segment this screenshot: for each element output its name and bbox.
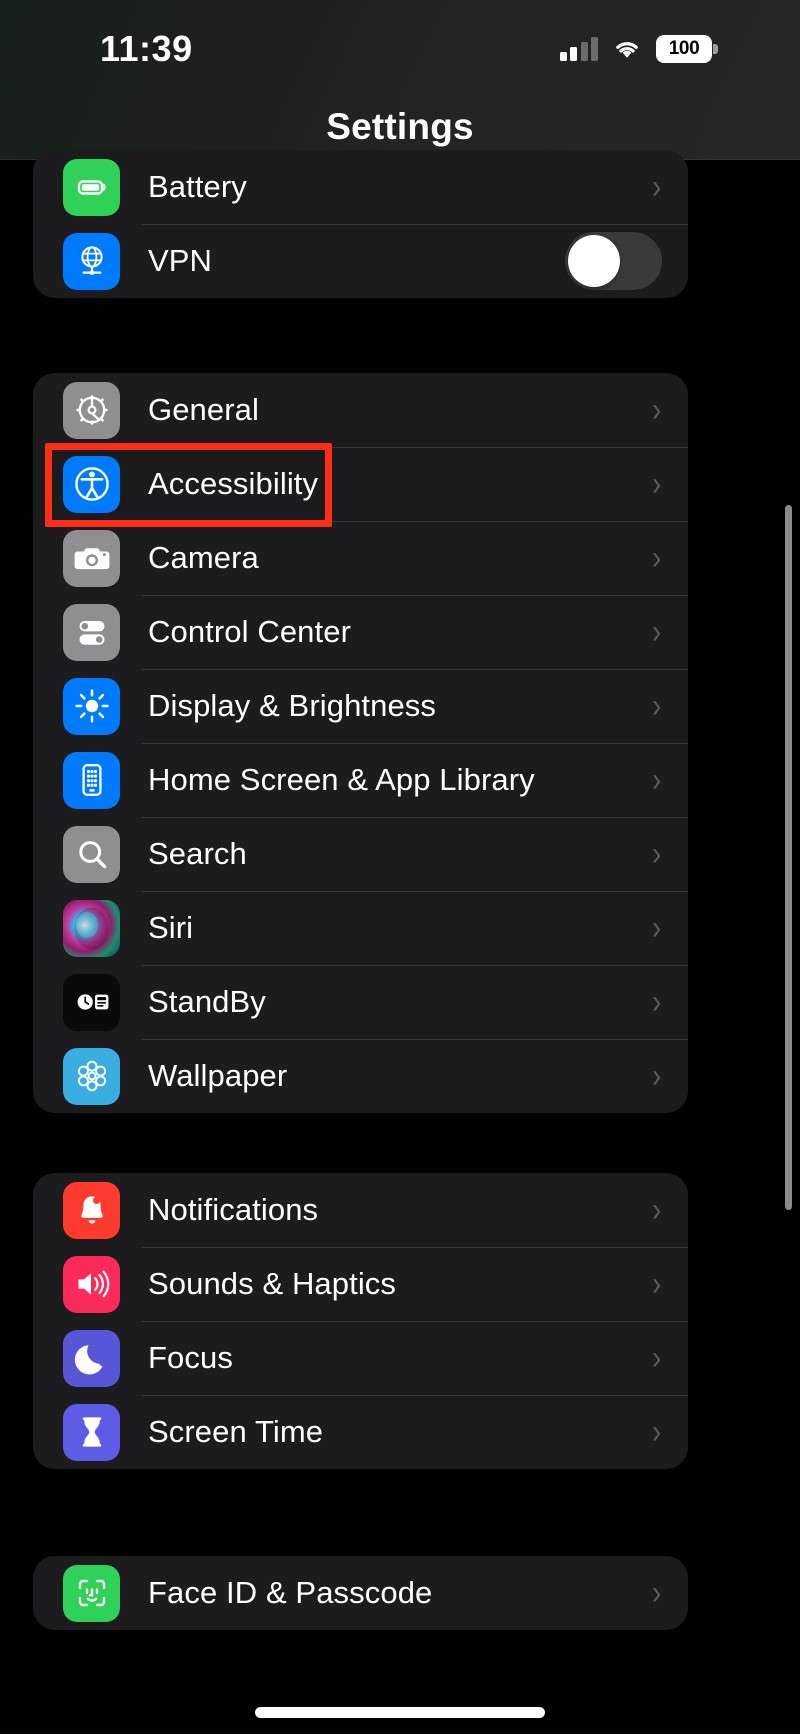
settings-row-wallpaper[interactable]: Wallpaper › (33, 1039, 688, 1113)
chevron-right-icon: › (651, 1413, 661, 1451)
battery-icon: 100 (656, 35, 718, 63)
chevron-right-icon: › (651, 1339, 661, 1377)
chevron-right-icon: › (651, 835, 661, 873)
settings-row-focus[interactable]: Focus › (33, 1321, 688, 1395)
chevron-right-icon: › (651, 761, 661, 799)
settings-row-sounds-haptics[interactable]: Sounds & Haptics › (33, 1247, 688, 1321)
settings-row-label: General (148, 392, 259, 427)
gear-icon (63, 381, 120, 439)
wifi-icon (611, 37, 643, 61)
home-indicator (255, 1707, 545, 1718)
moon-icon (63, 1329, 120, 1387)
settings-row-vpn[interactable]: VPN (33, 224, 688, 298)
settings-row-search[interactable]: Search › (33, 817, 688, 891)
settings-row-battery[interactable]: Battery › (33, 150, 688, 224)
face-id-icon (63, 1564, 120, 1622)
settings-group-system: General › Accessibility › Camera › Contr… (33, 373, 688, 1113)
vpn-globe-icon (63, 232, 120, 290)
settings-row-label: Control Center (148, 614, 351, 649)
settings-row-accessibility[interactable]: Accessibility › (33, 447, 688, 521)
settings-row-label: Display & Brightness (148, 688, 437, 723)
settings-row-label: Battery (148, 169, 247, 204)
battery-icon (63, 158, 120, 216)
settings-row-label: Home Screen & App Library (148, 762, 535, 797)
chevron-right-icon: › (651, 687, 661, 725)
settings-row-label: Search (148, 836, 247, 871)
settings-row-general[interactable]: General › (33, 373, 688, 447)
vertical-scrollbar[interactable] (785, 505, 792, 1210)
standby-clock-icon (63, 973, 120, 1031)
chevron-right-icon: › (651, 168, 661, 206)
settings-row-label: Focus (148, 1340, 233, 1375)
home-screen-icon (63, 751, 120, 809)
wallpaper-flower-icon (63, 1047, 120, 1105)
chevron-right-icon: › (651, 391, 661, 429)
control-center-icon (63, 603, 120, 661)
hourglass-icon (63, 1403, 120, 1461)
camera-icon (63, 529, 120, 587)
settings-row-standby[interactable]: StandBy › (33, 965, 688, 1039)
battery-percent-label: 100 (668, 38, 700, 59)
settings-row-label: Face ID & Passcode (148, 1575, 433, 1610)
status-bar: 11:39 100 (0, 0, 800, 160)
brightness-sun-icon (63, 677, 120, 735)
settings-row-siri[interactable]: Siri › (33, 891, 688, 965)
settings-group-security: Face ID & Passcode › (33, 1556, 688, 1630)
settings-row-notifications[interactable]: Notifications › (33, 1173, 688, 1247)
chevron-right-icon: › (651, 465, 661, 503)
chevron-right-icon: › (651, 1574, 661, 1612)
settings-list[interactable]: Battery › VPN General › Accessibility › … (0, 150, 800, 1734)
chevron-right-icon: › (651, 909, 661, 947)
settings-row-label: Siri (148, 910, 194, 945)
vpn-toggle[interactable] (565, 232, 662, 290)
settings-row-home-screen[interactable]: Home Screen & App Library › (33, 743, 688, 817)
chevron-right-icon: › (651, 1057, 661, 1095)
chevron-right-icon: › (651, 613, 661, 651)
speaker-icon (63, 1255, 120, 1313)
chevron-right-icon: › (651, 1265, 661, 1303)
settings-row-label: Notifications (148, 1192, 319, 1227)
settings-row-label: Wallpaper (148, 1058, 288, 1093)
settings-row-display-brightness[interactable]: Display & Brightness › (33, 669, 688, 743)
settings-group-battery-vpn: Battery › VPN (33, 150, 688, 298)
accessibility-icon (63, 455, 120, 513)
chevron-right-icon: › (651, 1191, 661, 1229)
settings-row-camera[interactable]: Camera › (33, 521, 688, 595)
settings-row-screen-time[interactable]: Screen Time › (33, 1395, 688, 1469)
settings-row-label: Camera (148, 540, 259, 575)
settings-row-label: Screen Time (148, 1414, 324, 1449)
toggle-knob (568, 235, 620, 287)
settings-row-label: VPN (148, 243, 213, 278)
chevron-right-icon: › (651, 539, 661, 577)
settings-row-label: Accessibility (148, 466, 319, 501)
status-bar-clock: 11:39 (100, 28, 193, 69)
settings-group-notifications: Notifications › Sounds & Haptics › Focus… (33, 1173, 688, 1469)
iphone-settings-screen: 11:39 100 Settings Battery › VPN General… (0, 0, 800, 1734)
siri-orb-icon (63, 899, 120, 957)
cellular-signal-icon (559, 37, 598, 61)
chevron-right-icon: › (651, 983, 661, 1021)
settings-row-control-center[interactable]: Control Center › (33, 595, 688, 669)
settings-row-label: Sounds & Haptics (148, 1266, 397, 1301)
bell-icon (63, 1181, 120, 1239)
status-bar-indicators: 100 (559, 32, 718, 66)
settings-row-face-id[interactable]: Face ID & Passcode › (33, 1556, 688, 1630)
settings-row-label: StandBy (148, 984, 266, 1019)
search-icon (63, 825, 120, 883)
